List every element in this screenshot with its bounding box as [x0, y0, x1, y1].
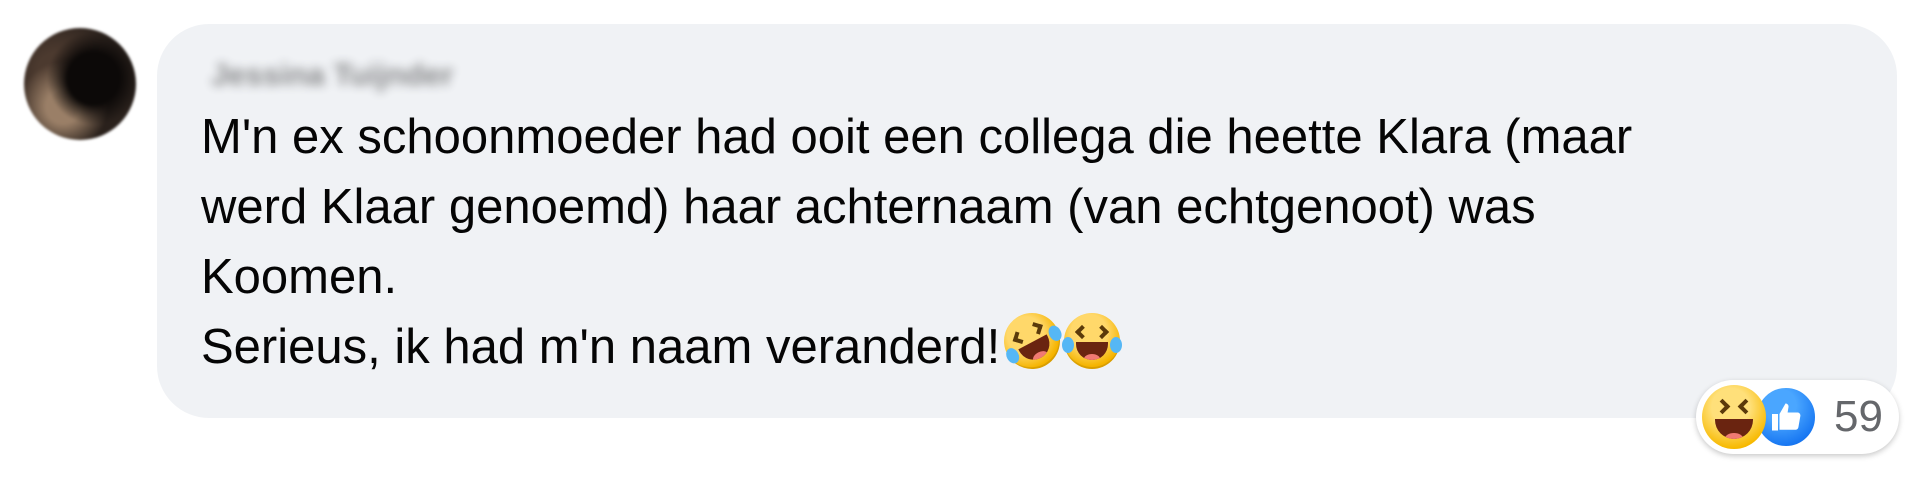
rolling-on-floor-laughing-emoji	[994, 303, 1071, 379]
reaction-count: 59	[1834, 392, 1883, 441]
comment-line: M'n ex schoonmoeder had ooit een collega…	[201, 110, 1633, 164]
comment-line: werd Klaar genoemd) haar achternaam (van…	[201, 180, 1536, 234]
comment-line: Koomen.	[201, 250, 398, 304]
comment-author[interactable]: Jessina Tuijnder	[211, 48, 453, 102]
haha-reaction-icon	[1702, 385, 1766, 449]
comment-last-line: Serieus, ik had m'n naam veranderd!	[201, 303, 1851, 382]
avatar[interactable]	[24, 28, 136, 140]
comment: Jessina Tuijnder M'n ex schoonmoeder had…	[0, 0, 1916, 490]
comment-line: Serieus, ik had m'n naam veranderd!	[201, 320, 1001, 374]
reactions-summary[interactable]: 59	[1696, 380, 1899, 454]
comment-bubble: Jessina Tuijnder M'n ex schoonmoeder had…	[157, 24, 1897, 418]
comment-text: M'n ex schoonmoeder had ooit een collega…	[201, 102, 1851, 382]
face-with-tears-of-joy-emoji	[1062, 313, 1123, 369]
